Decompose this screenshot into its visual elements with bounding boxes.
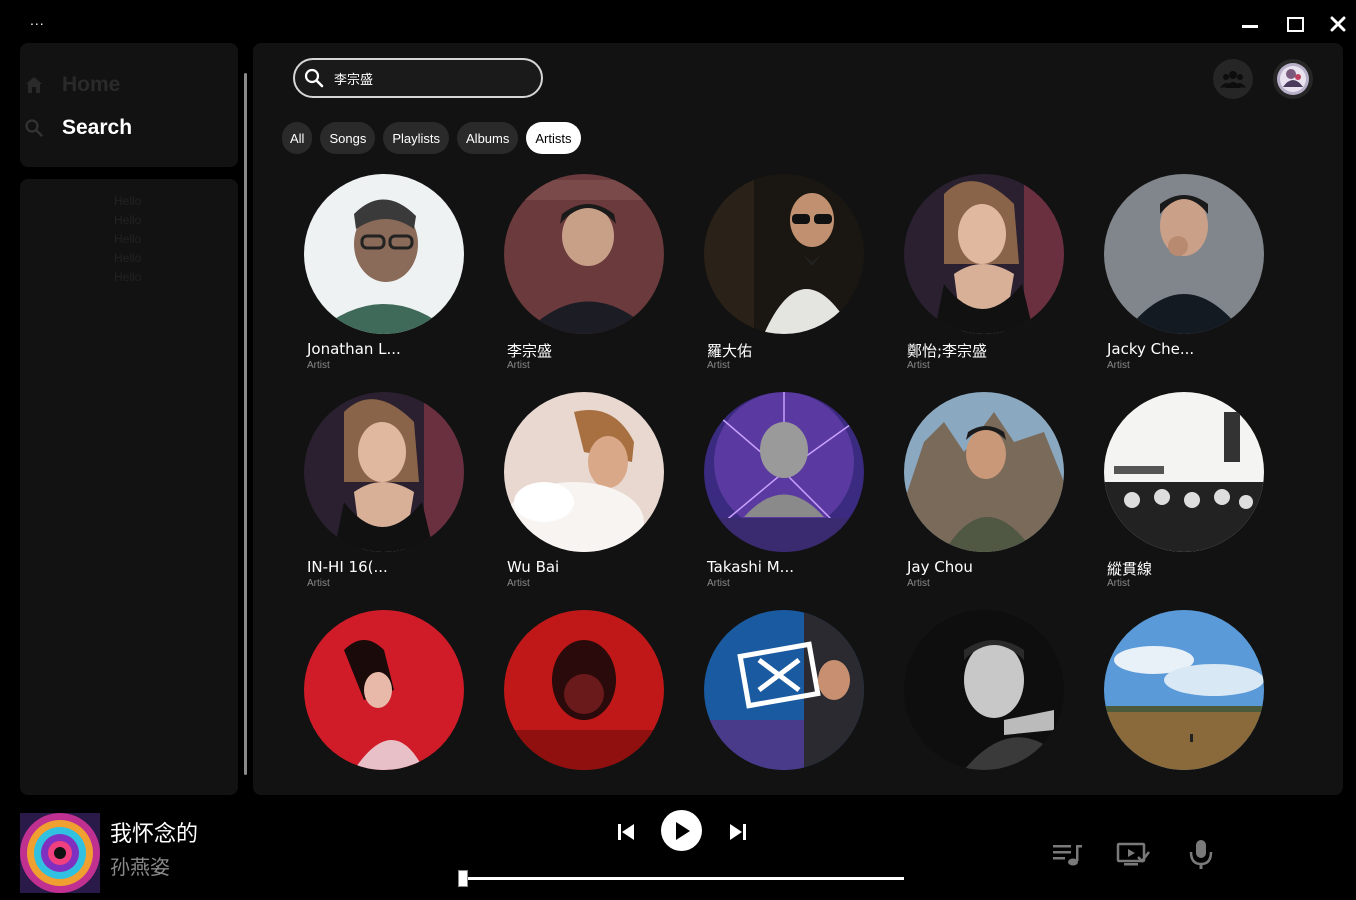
skip-previous-icon	[618, 824, 634, 840]
connect-device-button[interactable]	[1116, 838, 1150, 870]
artist-name: Jonathan L...	[307, 340, 401, 358]
list-item[interactable]: Hello	[114, 192, 141, 211]
artist-type: Artist	[307, 578, 330, 589]
queue-button[interactable]	[1050, 838, 1084, 870]
sidebar-item-label: Home	[62, 73, 121, 96]
library-panel: Hello Hello Hello Hello Hello	[20, 179, 238, 795]
user-avatar-button[interactable]	[1273, 59, 1313, 99]
friends-activity-button[interactable]	[1213, 59, 1253, 99]
list-item[interactable]: Hello	[114, 268, 141, 287]
sidebar-item-label: Search	[62, 116, 133, 139]
artist-image	[304, 174, 464, 334]
skip-next-icon	[730, 824, 746, 840]
artist-type: Artist	[507, 360, 530, 371]
minimize-button[interactable]	[1234, 10, 1266, 38]
microphone-button[interactable]	[1184, 838, 1218, 870]
search-input[interactable]	[334, 70, 524, 86]
now-playing-cover[interactable]	[20, 813, 100, 893]
list-item[interactable]: Hello	[114, 211, 141, 230]
artist-type: Artist	[707, 360, 730, 371]
minimize-icon	[1242, 24, 1258, 28]
progress-track[interactable]	[458, 877, 904, 880]
filter-chip-artists[interactable]: Artists	[526, 122, 581, 154]
filter-chip-songs[interactable]: Songs	[320, 122, 376, 154]
sidebar-nav	[20, 43, 238, 167]
title-bar: ...	[0, 0, 1356, 42]
artist-name: 羅大佑	[707, 342, 753, 360]
search-icon	[24, 118, 44, 138]
sidebar-item-search[interactable]: Search	[24, 113, 132, 143]
artist-type: Artist	[507, 578, 530, 589]
artist-name: Wu Bai	[507, 558, 560, 576]
artist-image	[304, 610, 464, 770]
artist-image	[1104, 392, 1264, 552]
filter-chip-playlists[interactable]: Playlists	[383, 122, 450, 154]
filter-chips: All Songs Playlists Albums Artists	[282, 122, 581, 154]
avatar	[1277, 63, 1309, 95]
home-icon	[24, 75, 44, 95]
library-list: Hello Hello Hello Hello Hello	[114, 192, 141, 287]
sidebar-resize-handle[interactable]	[244, 73, 247, 775]
close-button[interactable]	[1322, 10, 1354, 38]
previous-button[interactable]	[612, 818, 640, 846]
artist-image	[904, 174, 1064, 334]
microphone-icon	[1189, 840, 1213, 869]
playback-progress-slider[interactable]	[458, 870, 904, 888]
search-bar[interactable]	[293, 58, 543, 98]
artist-type: Artist	[307, 360, 330, 371]
artist-name: 鄭怡;李宗盛	[907, 342, 988, 360]
filter-chip-all[interactable]: All	[282, 122, 313, 154]
next-button[interactable]	[724, 818, 752, 846]
now-playing-artist[interactable]: 孙燕姿	[110, 851, 170, 880]
artist-name: 縱貫線	[1107, 560, 1153, 578]
artist-image	[504, 174, 664, 334]
now-playing-title[interactable]: 我怀念的	[110, 816, 198, 848]
artist-type: Artist	[1107, 578, 1130, 589]
artist-image	[904, 392, 1064, 552]
friends-icon	[1220, 71, 1246, 88]
artist-image	[704, 392, 864, 552]
list-item[interactable]: Hello	[114, 249, 141, 268]
list-item[interactable]: Hello	[114, 230, 141, 249]
filter-chip-albums[interactable]: Albums	[457, 122, 519, 154]
play-icon	[675, 821, 690, 840]
artist-image	[504, 392, 664, 552]
artist-image	[1104, 174, 1264, 334]
artist-name: 李宗盛	[507, 342, 553, 360]
main-panel: All Songs Playlists Albums Artists Jonat…	[253, 43, 1343, 795]
artist-image	[1104, 610, 1264, 770]
artist-name: Jay Chou	[907, 558, 973, 576]
artist-image	[304, 392, 464, 552]
artist-type: Artist	[1107, 360, 1130, 371]
artist-image	[504, 610, 664, 770]
artist-name: Jacky Che...	[1107, 340, 1195, 358]
artist-image	[904, 610, 1064, 770]
device-icon	[1116, 842, 1150, 866]
sidebar-item-home[interactable]: Home	[24, 70, 120, 100]
artist-image	[704, 610, 864, 770]
artist-type: Artist	[907, 578, 930, 589]
artist-type: Artist	[907, 360, 930, 371]
app-menu-button[interactable]: ...	[30, 12, 45, 28]
progress-handle[interactable]	[458, 870, 468, 887]
artist-name: IN-HI 16(...	[307, 558, 388, 576]
close-icon	[1330, 16, 1346, 32]
artist-image	[704, 174, 864, 334]
play-button[interactable]	[661, 810, 702, 851]
maximize-button[interactable]	[1279, 10, 1311, 38]
artist-name: Takashi M...	[707, 558, 794, 576]
search-icon	[304, 68, 324, 88]
queue-icon	[1053, 845, 1082, 866]
artist-type: Artist	[707, 578, 730, 589]
maximize-icon	[1286, 16, 1304, 32]
